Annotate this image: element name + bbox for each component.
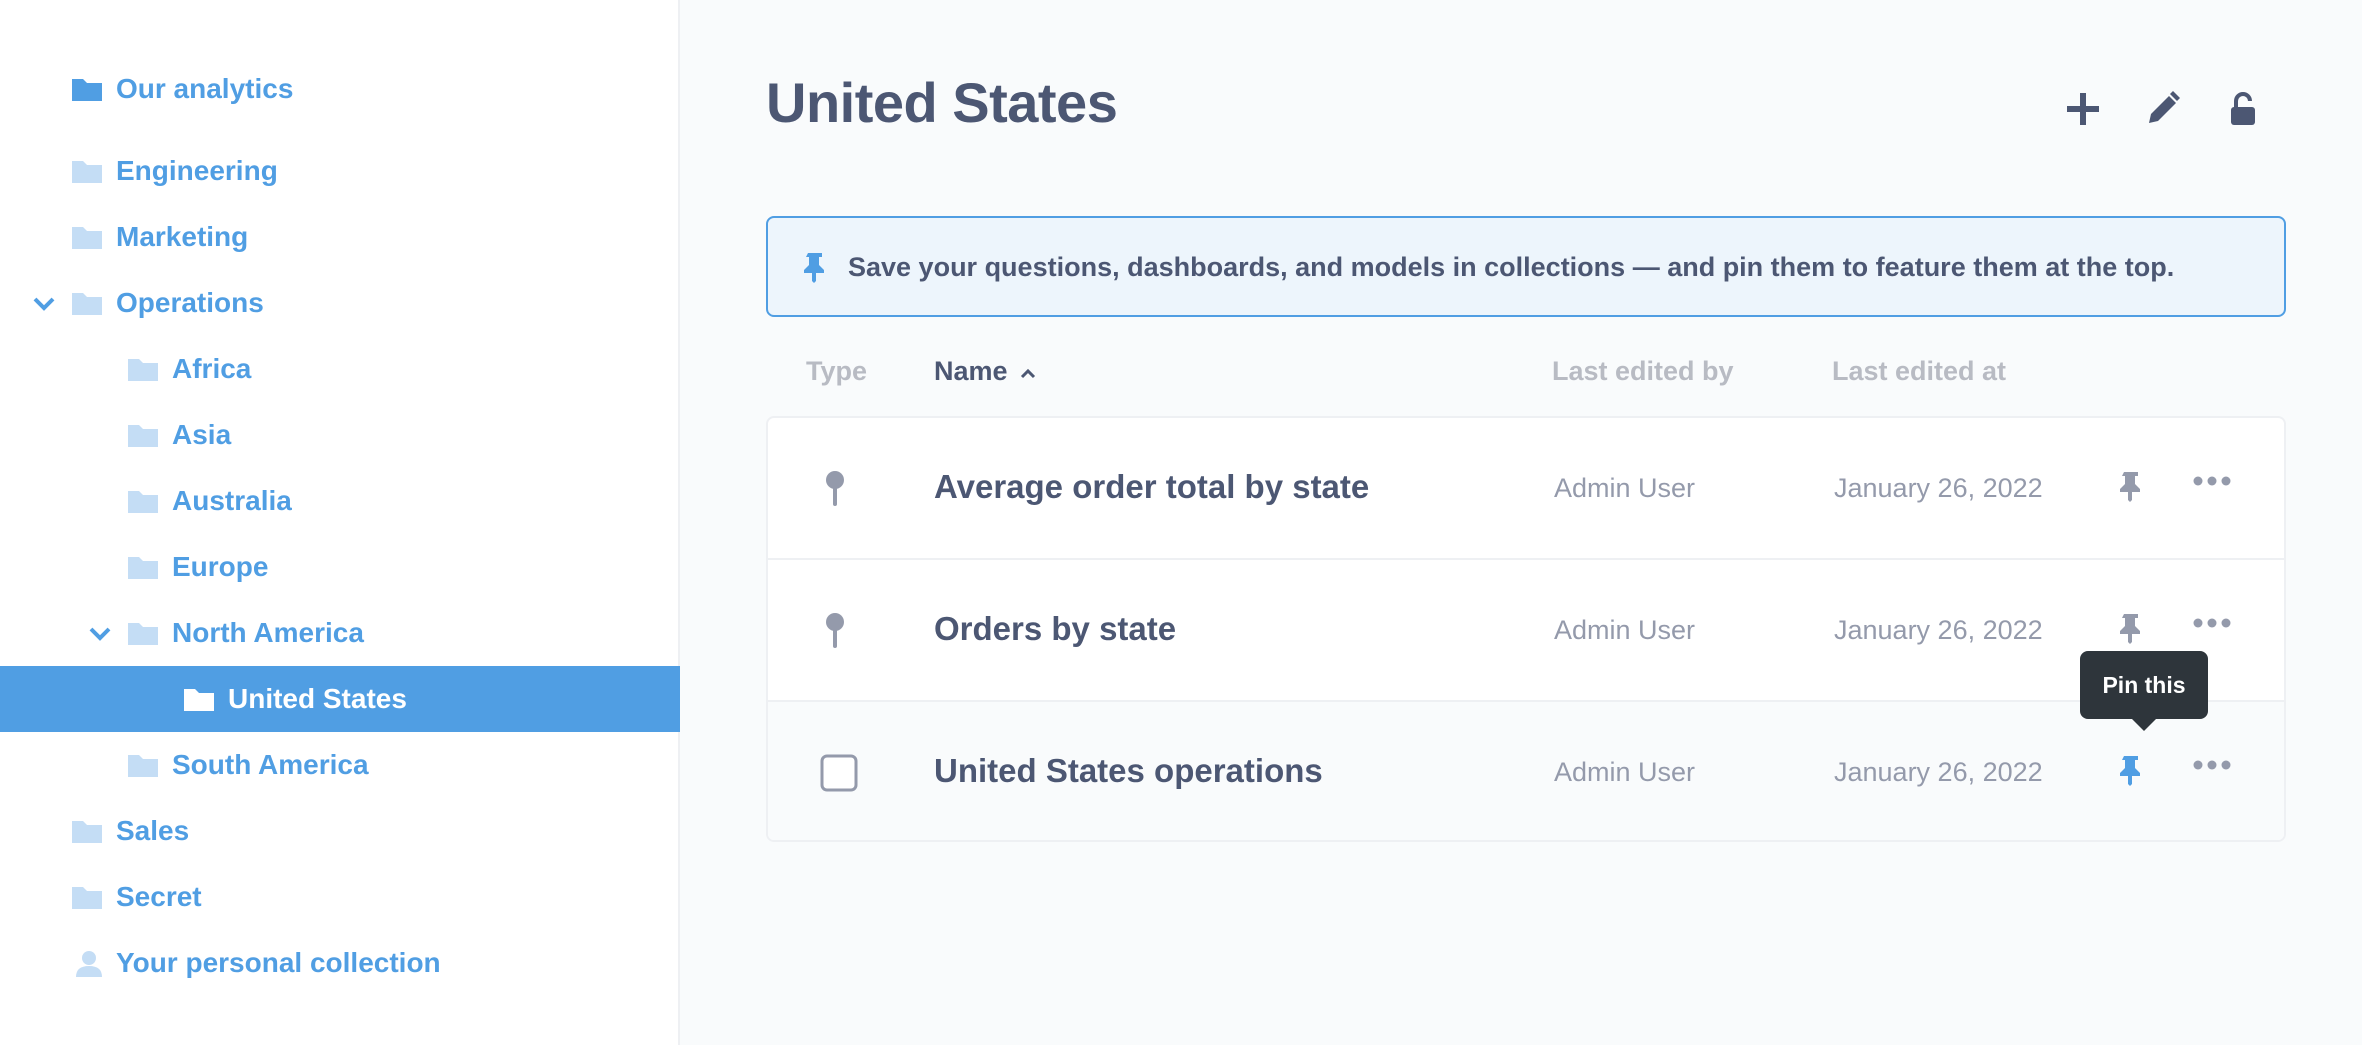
column-header-last-edited-by[interactable]: Last edited by [1552, 356, 1734, 387]
folder-icon [72, 79, 102, 101]
sidebar-item-label: Secret [116, 881, 202, 912]
sidebar-item-marketing[interactable]: Marketing [0, 204, 680, 270]
map-pin-icon [826, 613, 844, 648]
sidebar-item-label: Africa [172, 353, 252, 384]
folder-icon [128, 755, 158, 777]
map-pin-icon [826, 471, 844, 506]
folder-icon [72, 887, 102, 909]
sidebar-item-asia[interactable]: Asia [0, 402, 680, 468]
sidebar-item-label: North America [172, 617, 364, 648]
column-header-type[interactable]: Type [806, 356, 867, 387]
page-title: United States [766, 71, 1118, 134]
pin-icon[interactable] [2120, 612, 2142, 644]
edit-button[interactable] [2136, 82, 2190, 136]
more-options-icon[interactable] [2192, 758, 2232, 772]
sidebar-item-engineering[interactable]: Engineering [0, 138, 680, 204]
collection-sidebar: Our analytics Engineering Marketing Oper… [0, 0, 680, 1045]
table-row[interactable]: Orders by state Admin User January 26, 2… [768, 560, 2284, 702]
sidebar-item-label: South America [172, 749, 369, 780]
column-header-last-edited-at[interactable]: Last edited at [1832, 356, 2006, 387]
pencil-icon [2149, 91, 2180, 123]
folder-icon [72, 293, 102, 315]
sidebar-item-south-america[interactable]: South America [0, 732, 680, 798]
column-header-name[interactable]: Name [934, 356, 1037, 387]
add-icon [2067, 93, 2099, 125]
chevron-down-icon[interactable] [86, 619, 114, 647]
sidebar-item-operations[interactable]: Operations [0, 270, 680, 336]
sidebar-item-australia[interactable]: Australia [0, 468, 680, 534]
sidebar-item-sales[interactable]: Sales [0, 798, 680, 864]
sidebar-item-north-america[interactable]: North America [0, 600, 680, 666]
sidebar-item-label: Sales [116, 815, 190, 846]
sidebar-item-label: Europe [172, 551, 269, 582]
items-table: Average order total by state Admin User … [766, 416, 2286, 842]
sidebar-item-label: Australia [172, 485, 292, 516]
item-last-edited-at: January 26, 2022 [1834, 757, 2043, 787]
chevron-down-icon[interactable] [30, 289, 58, 317]
table-row[interactable]: United States operations Admin User Janu… [768, 702, 2284, 840]
sidebar-item-label: Operations [116, 287, 264, 318]
sidebar-item-personal-collection[interactable]: Your personal collection [0, 930, 680, 996]
sidebar-item-label: United States [228, 683, 407, 714]
sidebar-item-label: Engineering [116, 155, 278, 186]
pin-icon [804, 253, 824, 283]
sidebar-item-label: Your personal collection [116, 947, 441, 978]
add-button[interactable] [2056, 82, 2110, 136]
folder-icon [128, 491, 158, 513]
folder-icon [128, 359, 158, 381]
lock-icon [2231, 92, 2255, 125]
pin-icon[interactable] [2120, 754, 2142, 786]
folder-icon [128, 557, 158, 579]
sort-ascending-icon [1021, 368, 1036, 379]
sidebar-item-our-analytics[interactable]: Our analytics [0, 56, 680, 122]
sidebar-item-label: Our analytics [116, 73, 294, 104]
item-name[interactable]: United States operations [934, 752, 1323, 790]
item-last-edited-at: January 26, 2022 [1834, 615, 2043, 645]
pin-hint-banner: Save your questions, dashboards, and mod… [766, 216, 2286, 317]
folder-icon [72, 227, 102, 249]
banner-text: Save your questions, dashboards, and mod… [848, 252, 2175, 282]
sidebar-item-label: Marketing [116, 221, 249, 252]
folder-icon [184, 689, 214, 711]
folder-icon [72, 161, 102, 183]
person-icon [76, 951, 102, 977]
folder-icon [128, 425, 158, 447]
sidebar-item-united-states[interactable]: United States [0, 666, 680, 732]
sidebar-item-africa[interactable]: Africa [0, 336, 680, 402]
table-row[interactable]: Average order total by state Admin User … [768, 418, 2284, 560]
sidebar-item-label: Asia [172, 419, 232, 450]
item-last-edited-at: January 26, 2022 [1834, 473, 2043, 503]
item-name[interactable]: Orders by state [934, 610, 1176, 648]
folder-icon [72, 821, 102, 843]
item-last-edited-by: Admin User [1554, 757, 1696, 787]
more-options-icon[interactable] [2192, 616, 2232, 630]
column-header-name-label: Name [934, 356, 1008, 386]
pin-tooltip: Pin this [2080, 651, 2208, 731]
checkbox-icon[interactable] [820, 754, 858, 792]
sidebar-item-europe[interactable]: Europe [0, 534, 680, 600]
pin-icon[interactable] [2120, 470, 2142, 502]
more-options-icon[interactable] [2192, 474, 2232, 488]
folder-icon [128, 623, 158, 645]
item-last-edited-by: Admin User [1554, 615, 1696, 645]
item-name[interactable]: Average order total by state [934, 468, 1369, 506]
item-last-edited-by: Admin User [1554, 473, 1696, 503]
collection-main: United States Save your questions, dashb… [682, 0, 2362, 1045]
sidebar-item-secret[interactable]: Secret [0, 864, 680, 930]
permissions-button[interactable] [2216, 82, 2270, 136]
